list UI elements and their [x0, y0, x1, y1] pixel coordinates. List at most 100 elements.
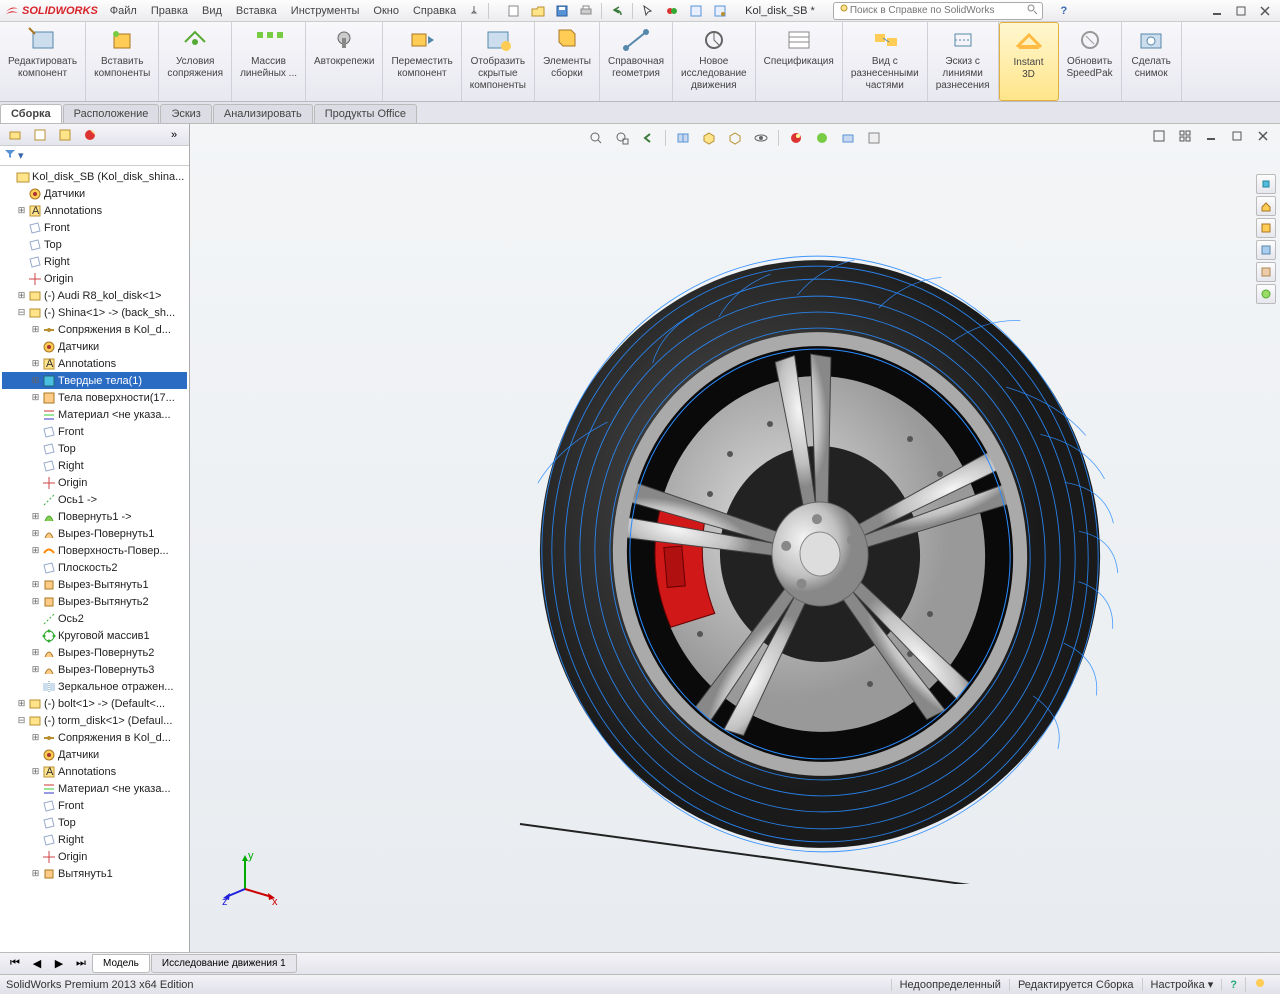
ribbon-7[interactable]: Элементысборки: [535, 22, 600, 101]
status-settings[interactable]: Настройка ▾: [1142, 978, 1222, 991]
tree-item[interactable]: Origin: [2, 848, 187, 865]
options2-icon[interactable]: [709, 1, 731, 21]
tree-appearance-icon[interactable]: [79, 125, 101, 145]
btab-nav-first-icon[interactable]: ⏮: [4, 954, 26, 974]
rt-6-icon[interactable]: [1256, 284, 1276, 304]
rt-3-icon[interactable]: [1256, 218, 1276, 238]
tree-item[interactable]: ⊞Твердые тела(1): [2, 372, 187, 389]
rt-home-icon[interactable]: [1256, 196, 1276, 216]
zoom-area-icon[interactable]: [611, 128, 633, 148]
vp-max-icon[interactable]: [1226, 126, 1248, 146]
multi-view-icon[interactable]: [1174, 126, 1196, 146]
menu-Окно[interactable]: Окно: [367, 3, 405, 19]
tree-item[interactable]: Ось2: [2, 610, 187, 627]
menu-Инструменты[interactable]: Инструменты: [285, 3, 366, 19]
ribbon-14[interactable]: ОбновитьSpeedPak: [1059, 22, 1122, 101]
btab-nav-prev-icon[interactable]: ◀: [26, 954, 48, 974]
options-icon[interactable]: [685, 1, 707, 21]
tree-item[interactable]: ⊞Повернуть1 ->: [2, 508, 187, 525]
menu-Правка[interactable]: Правка: [145, 3, 194, 19]
viewport[interactable]: y x z: [190, 124, 1280, 952]
tree-item[interactable]: Origin: [2, 270, 187, 287]
view-orient-icon[interactable]: [698, 128, 720, 148]
hide-show-icon[interactable]: [750, 128, 772, 148]
ribbon-8[interactable]: Справочнаягеометрия: [600, 22, 673, 101]
tree-item[interactable]: Top: [2, 814, 187, 831]
scene-icon[interactable]: [785, 128, 807, 148]
tree-item[interactable]: ⊞AAnnotations: [2, 202, 187, 219]
tree-item[interactable]: Origin: [2, 474, 187, 491]
ribbon-11[interactable]: Вид сразнесеннымичастями: [843, 22, 928, 101]
menu-Справка[interactable]: Справка: [407, 3, 462, 19]
menu-Вид[interactable]: Вид: [196, 3, 228, 19]
open-icon[interactable]: [527, 1, 549, 21]
ribbon-9[interactable]: Новоеисследованиедвижения: [673, 22, 756, 101]
tree-item[interactable]: ⊞Вырез-Вытянуть1: [2, 576, 187, 593]
tree-item[interactable]: ⊞Вырез-Вытянуть2: [2, 593, 187, 610]
tree-item[interactable]: Right: [2, 253, 187, 270]
search-glass-icon[interactable]: [1026, 3, 1038, 18]
status-rebuild-icon[interactable]: [1245, 977, 1274, 992]
status-help-icon[interactable]: ?: [1221, 979, 1245, 991]
tree-item[interactable]: Датчики: [2, 185, 187, 202]
expand-icon[interactable]: »: [163, 125, 185, 145]
tab-Расположение[interactable]: Расположение: [63, 104, 160, 123]
rt-4-icon[interactable]: [1256, 240, 1276, 260]
menu-Файл[interactable]: Файл: [104, 3, 143, 19]
settings-icon[interactable]: [863, 128, 885, 148]
tree-item[interactable]: Right: [2, 457, 187, 474]
tab-Эскиз[interactable]: Эскиз: [160, 104, 211, 123]
section-icon[interactable]: [672, 128, 694, 148]
tree-item[interactable]: ⊞AAnnotations: [2, 355, 187, 372]
help-icon[interactable]: ?: [1053, 1, 1075, 21]
tree-item[interactable]: ⊟(-) Shina<1> -> (back_sh...: [2, 304, 187, 321]
tree-item[interactable]: Right: [2, 831, 187, 848]
tree-item[interactable]: ⊟(-) torm_disk<1> (Defaul...: [2, 712, 187, 729]
ribbon-13[interactable]: Instant3D: [999, 22, 1059, 101]
zoom-fit-icon[interactable]: [585, 128, 607, 148]
tree-item[interactable]: Круговой массив1: [2, 627, 187, 644]
btab-nav-last-icon[interactable]: ⏭: [70, 954, 92, 974]
ribbon-12[interactable]: Эскиз слиниямиразнесения: [928, 22, 999, 101]
tree-item[interactable]: ⊞Вытянуть1: [2, 865, 187, 882]
bottom-tab-Исследование движения 1[interactable]: Исследование движения 1: [151, 954, 297, 973]
ribbon-0[interactable]: Редактироватькомпонент: [0, 22, 86, 101]
minimize-icon[interactable]: [1206, 1, 1228, 21]
search-input[interactable]: [850, 5, 1026, 16]
ribbon-5[interactable]: Переместитькомпонент: [383, 22, 461, 101]
undo-icon[interactable]: [606, 1, 628, 21]
ribbon-1[interactable]: Вставитькомпоненты: [86, 22, 159, 101]
tree-item[interactable]: ⊞Сопряжения в Kol_d...: [2, 729, 187, 746]
feature-tree[interactable]: Kol_disk_SB (Kol_disk_shina...Датчики⊞AA…: [0, 166, 189, 952]
tree-item[interactable]: ⊞(-) bolt<1> -> (Default<...: [2, 695, 187, 712]
render-icon[interactable]: [837, 128, 859, 148]
tree-item[interactable]: ⊞Вырез-Повернуть1: [2, 525, 187, 542]
tab-Анализировать[interactable]: Анализировать: [213, 104, 313, 123]
pin-icon[interactable]: [468, 5, 480, 17]
tree-asm-icon[interactable]: [4, 125, 26, 145]
maximize-icon[interactable]: [1230, 1, 1252, 21]
close-icon[interactable]: [1254, 1, 1276, 21]
select-icon[interactable]: [637, 1, 659, 21]
bottom-tab-Модель[interactable]: Модель: [92, 954, 150, 973]
ribbon-3[interactable]: Массивлинейных ...: [232, 22, 306, 101]
menu-Вставка[interactable]: Вставка: [230, 3, 283, 19]
ribbon-6[interactable]: Отобразитьскрытыекомпоненты: [462, 22, 535, 101]
rt-5-icon[interactable]: [1256, 262, 1276, 282]
tree-item[interactable]: ⊞(-) Audi R8_kol_disk<1>: [2, 287, 187, 304]
tree-item[interactable]: ⊞Вырез-Повернуть3: [2, 661, 187, 678]
ribbon-15[interactable]: Сделатьснимок: [1122, 22, 1182, 101]
appearance-icon[interactable]: [811, 128, 833, 148]
tab-Продукты Office[interactable]: Продукты Office: [314, 104, 417, 123]
tree-item[interactable]: ⊞Вырез-Повернуть2: [2, 644, 187, 661]
rebuild-icon[interactable]: [661, 1, 683, 21]
vp-min-icon[interactable]: [1200, 126, 1222, 146]
tree-item[interactable]: ⊞Поверхность-Повер...: [2, 542, 187, 559]
tree-item[interactable]: Front: [2, 423, 187, 440]
prev-view-icon[interactable]: [637, 128, 659, 148]
tree-item[interactable]: Ось1 ->: [2, 491, 187, 508]
tree-item[interactable]: Front: [2, 219, 187, 236]
tree-item[interactable]: ⊞Сопряжения в Kol_d...: [2, 321, 187, 338]
search-box[interactable]: [833, 2, 1043, 20]
ribbon-4[interactable]: Автокрепежи: [306, 22, 383, 101]
